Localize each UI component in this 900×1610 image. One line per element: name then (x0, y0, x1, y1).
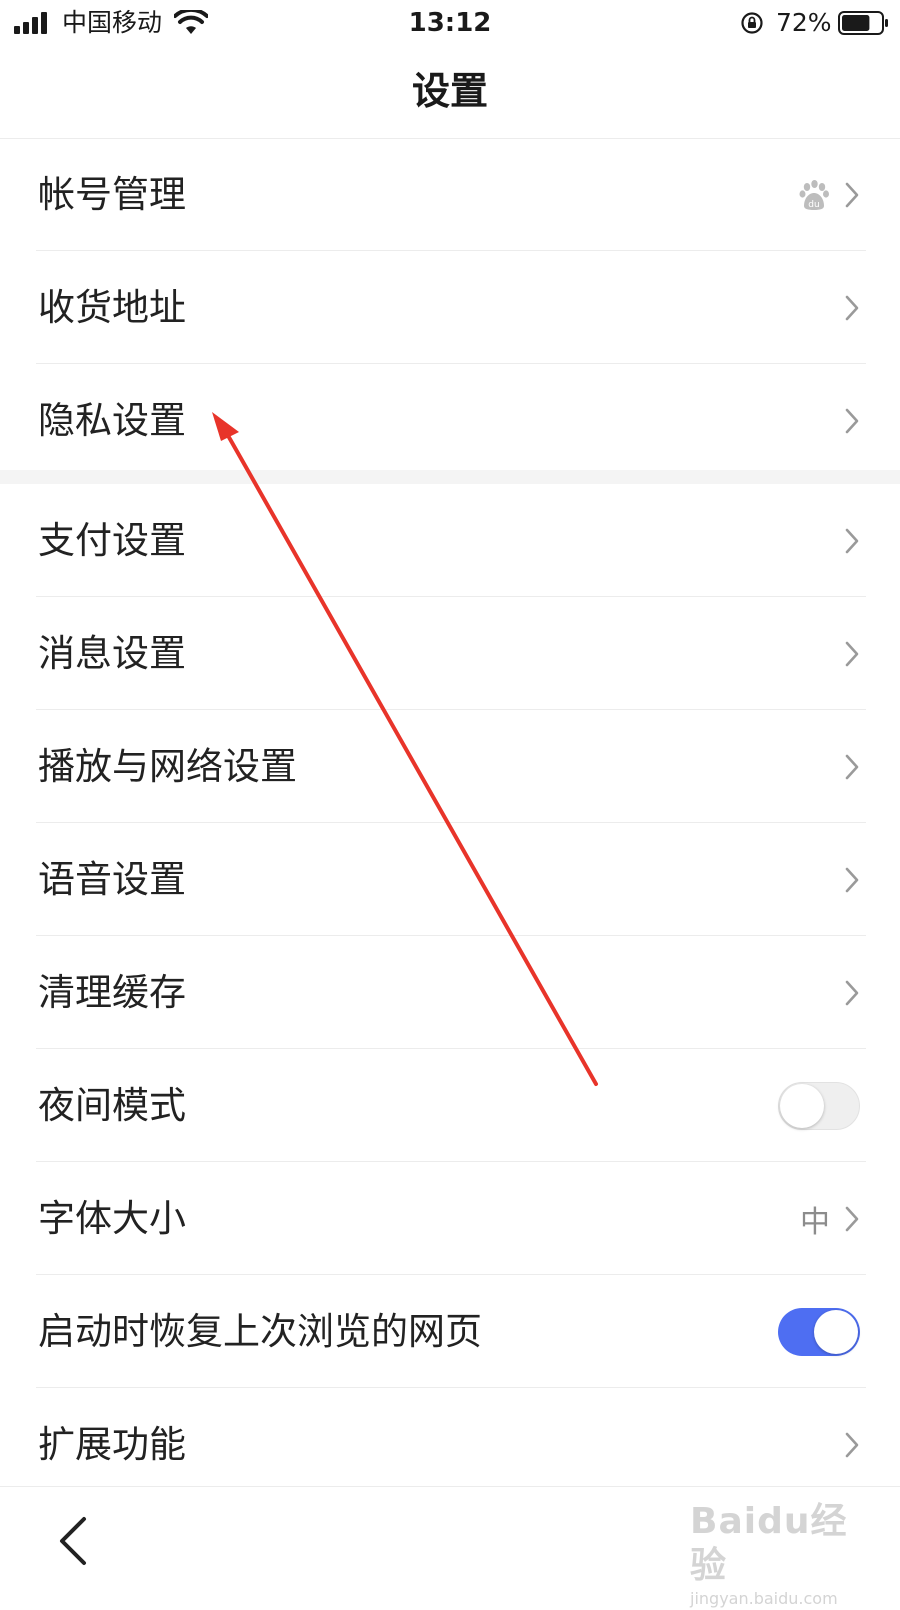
settings-item-privacy[interactable]: 隐私设置 (36, 364, 866, 477)
settings-item-accessory (830, 936, 860, 1049)
settings-item-voice[interactable]: 语音设置 (36, 823, 866, 936)
settings-item-clear-cache[interactable]: 清理缓存 (36, 936, 866, 1049)
group-separator (0, 470, 900, 484)
svg-text:du: du (808, 200, 819, 210)
chevron-right-icon (845, 295, 859, 320)
settings-item-messages[interactable]: 消息设置 (36, 597, 866, 710)
settings-item-accessory: 中 (800, 1162, 860, 1275)
settings-item-label: 隐私设置 (38, 399, 186, 442)
rotation-lock-icon (741, 12, 763, 34)
settings-item-label: 语音设置 (38, 858, 186, 901)
settings-group-general: 支付设置 消息设置 播放与网络设置 语音设置 清理缓存 夜间模式 字体大小 中 … (0, 484, 900, 1501)
watermark-url: jingyan.baidu.com (690, 1589, 838, 1608)
settings-item-accessory (830, 484, 860, 597)
settings-item-accessory (778, 1049, 860, 1162)
status-time: 13:12 (408, 8, 492, 38)
settings-group-account: 帐号管理 du 收货地址 隐私设置 (0, 138, 900, 477)
settings-item-label: 清理缓存 (38, 971, 186, 1014)
chevron-right-icon (845, 1206, 859, 1231)
chevron-right-icon (845, 528, 859, 553)
chevron-right-icon (845, 754, 859, 779)
font-size-value: 中 (800, 1204, 830, 1240)
settings-item-label: 帐号管理 (38, 173, 186, 216)
toggle-knob (814, 1309, 858, 1354)
settings-item-accessory: du (798, 138, 860, 251)
baidu-jingyan-watermark: Baidu经验 jingyan.baidu.com (690, 1500, 870, 1608)
settings-item-restore-last-pages: 启动时恢复上次浏览的网页 (36, 1275, 866, 1388)
settings-item-label: 消息设置 (38, 632, 186, 675)
status-bar: 中国移动 13:12 72% (0, 0, 900, 46)
settings-item-account-management[interactable]: 帐号管理 du (36, 138, 866, 251)
night-mode-toggle[interactable] (778, 1081, 860, 1130)
battery-percentage: 72% (776, 8, 832, 37)
chevron-right-icon (845, 182, 859, 207)
chevron-right-icon (845, 867, 859, 892)
chevron-right-icon (845, 641, 859, 666)
chevron-right-icon (845, 408, 859, 433)
page-title: 设置 (411, 69, 488, 113)
settings-item-accessory (778, 1275, 860, 1388)
settings-item-accessory (830, 251, 860, 364)
settings-item-accessory (830, 710, 860, 823)
settings-item-font-size[interactable]: 字体大小 中 (36, 1162, 866, 1275)
settings-item-night-mode: 夜间模式 (36, 1049, 866, 1162)
toggle-knob (780, 1083, 824, 1128)
settings-item-accessory (830, 1388, 860, 1501)
settings-item-label: 扩展功能 (38, 1423, 186, 1466)
settings-item-label: 字体大小 (38, 1197, 186, 1240)
settings-item-label: 支付设置 (38, 519, 186, 562)
settings-item-label: 播放与网络设置 (38, 745, 297, 788)
settings-item-label: 启动时恢复上次浏览的网页 (38, 1310, 482, 1353)
settings-item-shipping-address[interactable]: 收货地址 (36, 251, 866, 364)
settings-item-label: 夜间模式 (38, 1084, 186, 1127)
settings-item-accessory (830, 364, 860, 477)
settings-item-label: 收货地址 (38, 286, 186, 329)
restore-pages-toggle[interactable] (778, 1307, 860, 1356)
settings-item-accessory (830, 823, 860, 936)
settings-item-extensions[interactable]: 扩展功能 (36, 1388, 866, 1501)
settings-item-payment[interactable]: 支付设置 (36, 484, 866, 597)
battery-icon (838, 11, 888, 35)
chevron-right-icon (845, 1432, 859, 1457)
chevron-right-icon (845, 980, 859, 1005)
settings-item-playback-network[interactable]: 播放与网络设置 (36, 710, 866, 823)
settings-item-accessory (830, 597, 860, 710)
watermark-logo: Baidu经验 (690, 1501, 848, 1586)
baidu-paw-icon: du (799, 179, 829, 210)
back-button[interactable] (54, 1513, 94, 1569)
